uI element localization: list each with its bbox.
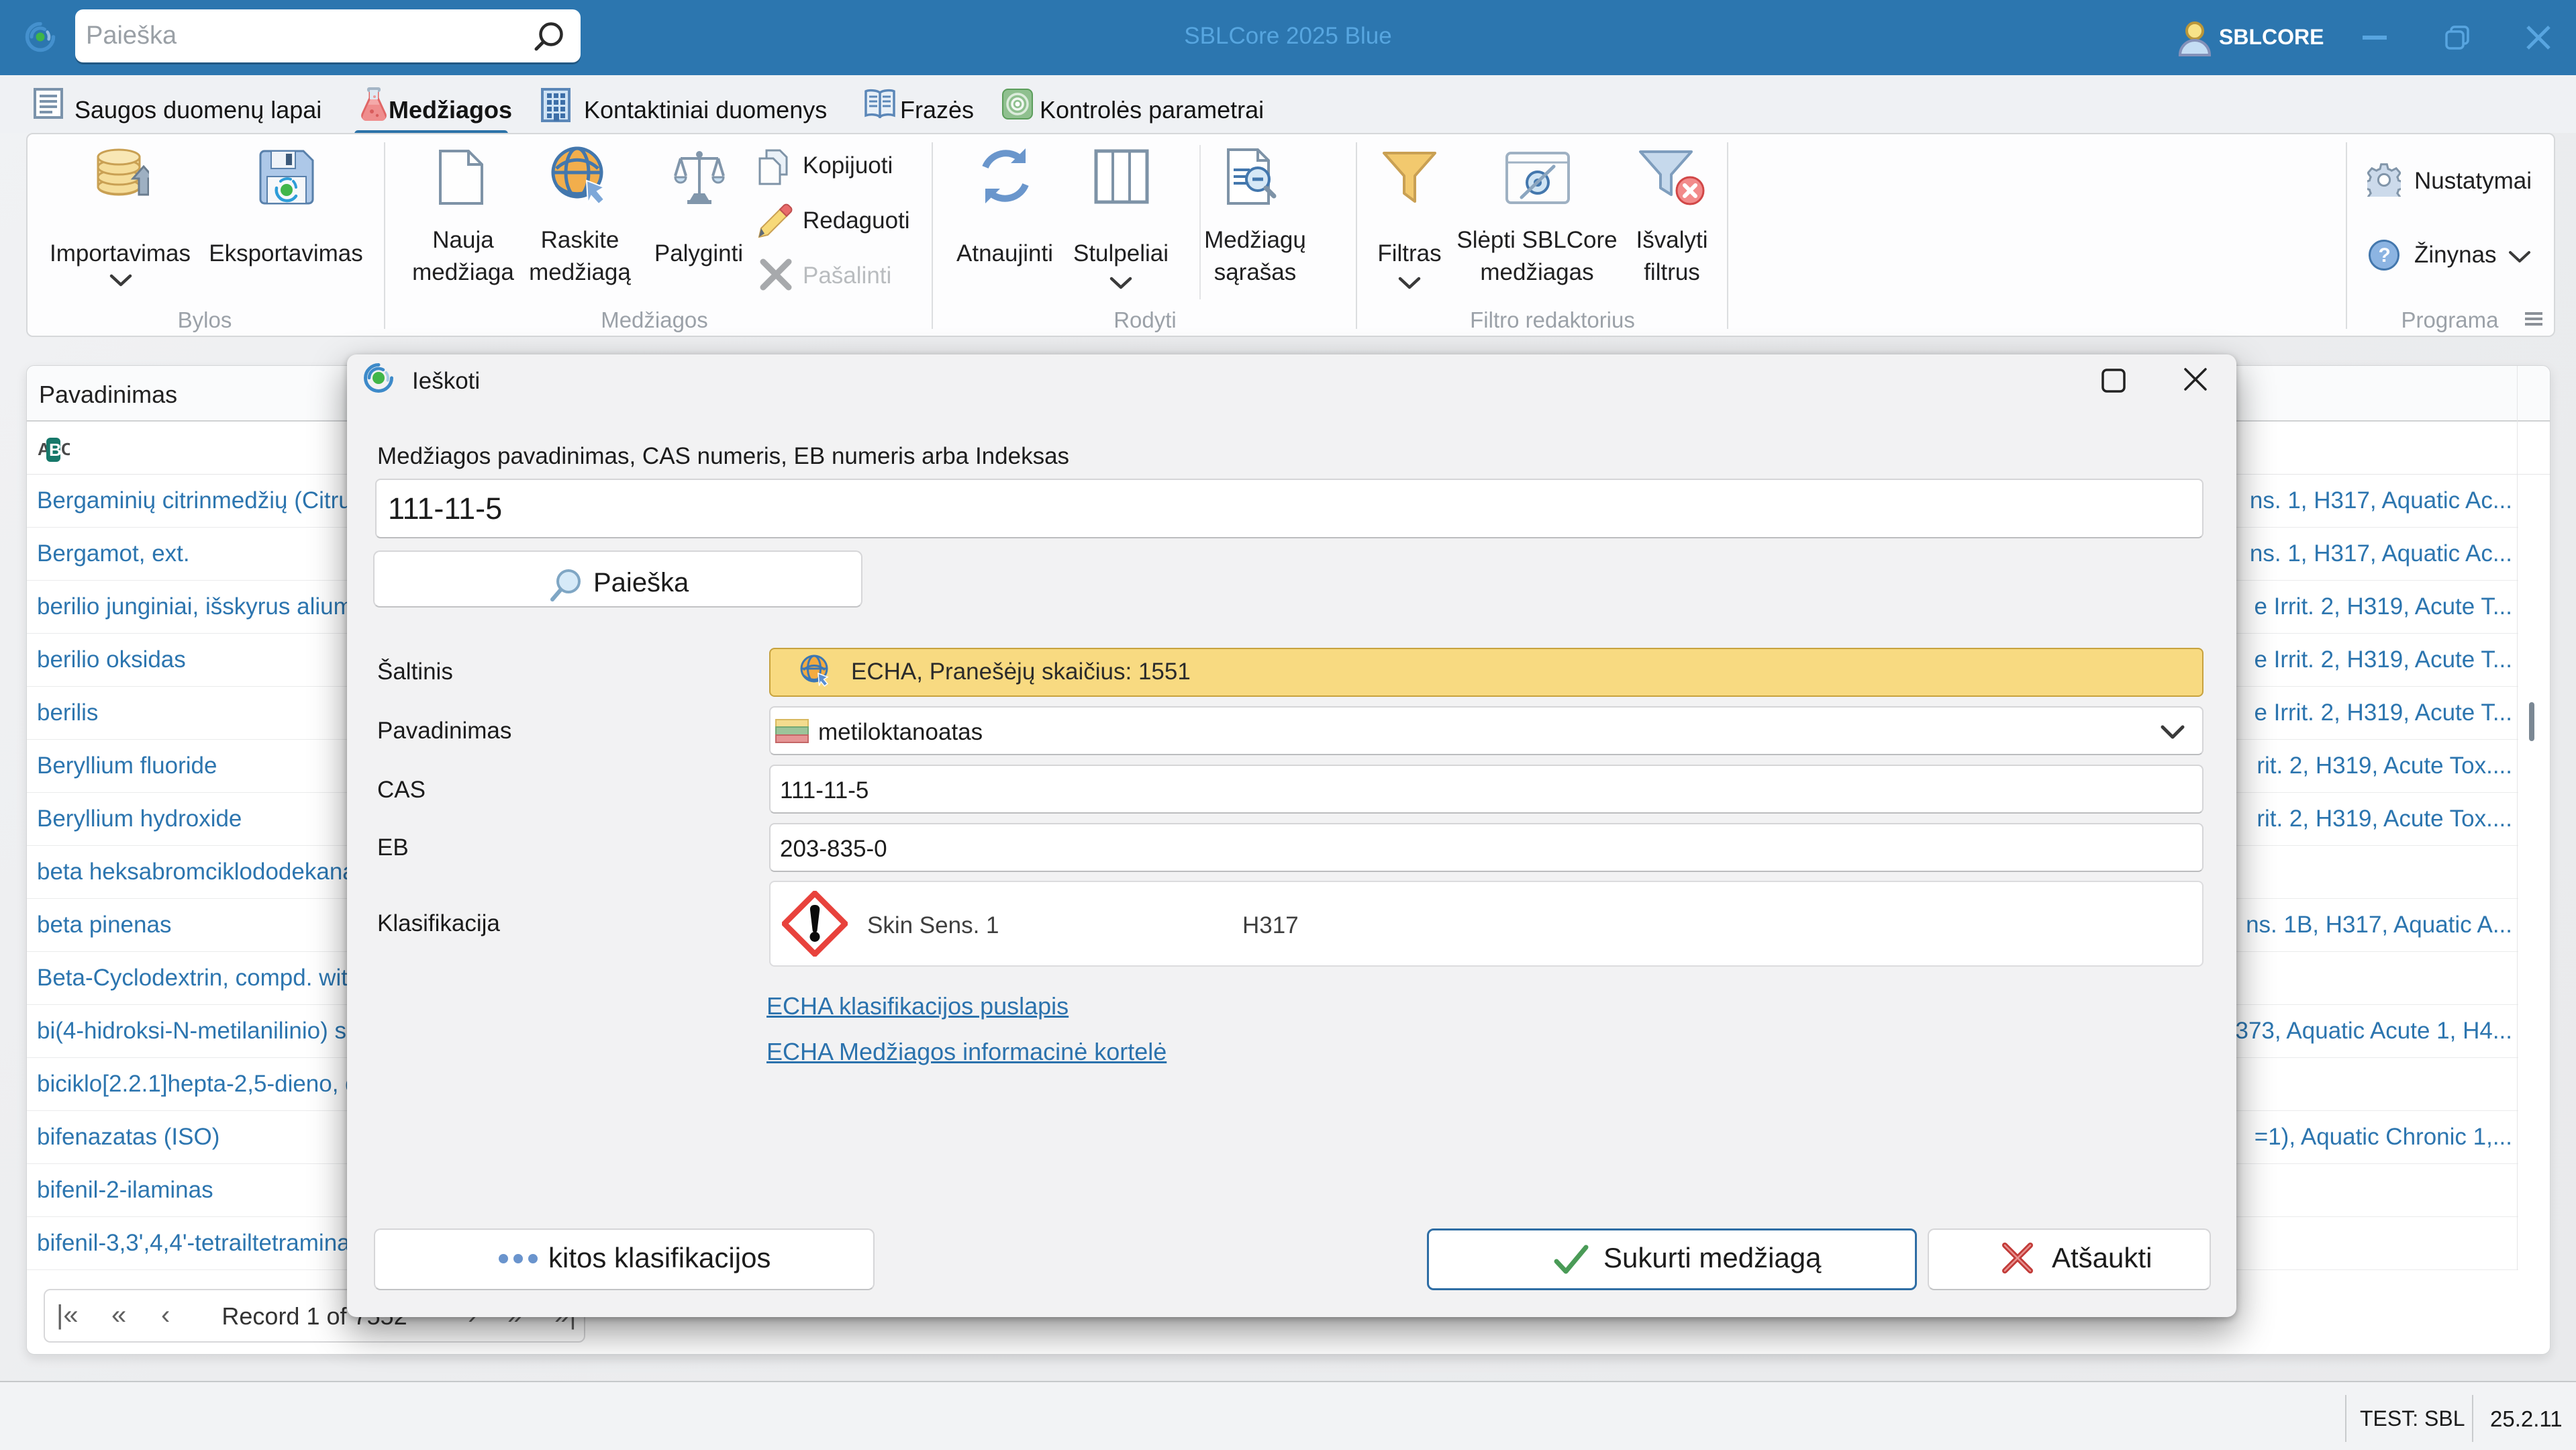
svg-text:B: B	[49, 440, 62, 460]
svg-text:C: C	[61, 439, 70, 459]
svg-text:?: ?	[2379, 244, 2391, 267]
